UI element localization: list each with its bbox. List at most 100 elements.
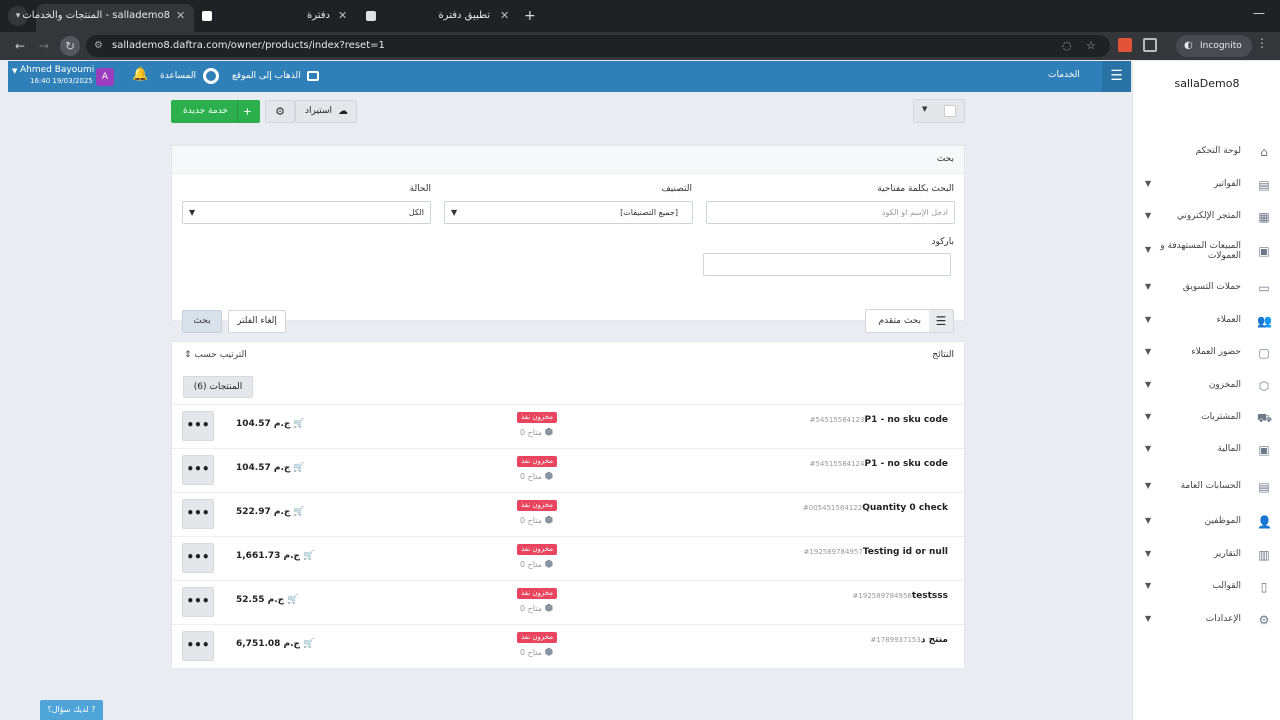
more-actions-button[interactable]: •••	[182, 587, 214, 617]
table-row[interactable]: ••• 522.97 ج.م 🛒 مخزون نفذ 0 متاح ⬢ #0054…	[172, 492, 964, 536]
sidebar-item-targeted-sales[interactable]: ▼ المبيعات المستهدفة و العمولات ▣	[1133, 241, 1280, 265]
avatar[interactable]: A	[96, 68, 114, 86]
product-name: P1 - no sku code	[864, 459, 948, 469]
search-panel-header: بحث	[172, 146, 964, 174]
row-stock: 0 متاح ⬢	[520, 515, 553, 526]
cloud-upload-icon: ☁	[338, 106, 348, 117]
goto-site-label: الذهاب إلى الموقع	[232, 71, 301, 81]
sidebar-item-employees[interactable]: ▼ الموظفين 👤	[1133, 512, 1280, 536]
sidebar-item-settings[interactable]: ▼ الإعدادات ⚙	[1133, 610, 1280, 634]
browser-tab-app[interactable]: ✕ تطبيق دفترة	[356, 4, 516, 32]
category-select[interactable]: ▼ [جميع التصنيفات]	[444, 201, 693, 224]
product-name-link[interactable]: #192589784956testsss	[850, 591, 948, 601]
product-name-link[interactable]: #54515584123P1 - no sku code	[807, 415, 948, 425]
sidebar-item-label: المبيعات المستهدفة و العمولات	[1160, 241, 1241, 261]
clear-filter-button[interactable]: إلغاء الفلتر	[228, 310, 286, 333]
sidebar-item-client-attendance[interactable]: ▼ حضور العملاء ▢	[1133, 343, 1280, 367]
caret-down-icon: ▼	[451, 208, 458, 217]
site-info-icon[interactable]: ⚙	[94, 35, 103, 57]
keyword-input[interactable]: ادخل الإسم او الكود	[706, 201, 955, 224]
sidebar-item-dashboard[interactable]: لوحة التحكم ⌂	[1133, 142, 1280, 166]
box-icon: ⬡	[1258, 379, 1270, 393]
daftra-favicon-icon	[202, 11, 212, 21]
row-price: 522.97 ج.م 🛒	[236, 507, 305, 517]
sidebar-item-purchases[interactable]: ▼ المشتريات ⛟	[1133, 408, 1280, 432]
table-row[interactable]: ••• 1,661.73 ج.م 🛒 مخزون نفذ 0 متاح ⬢ #19…	[172, 536, 964, 580]
product-name-link[interactable]: #1789937153منتج د	[867, 635, 948, 645]
advanced-search-button[interactable]: بحث متقدم ☰	[865, 309, 954, 333]
attendance-icon: ▢	[1258, 346, 1270, 360]
close-icon[interactable]: ✕	[176, 4, 185, 28]
ask-question-button[interactable]: لديك سؤال؟ ?	[40, 700, 103, 720]
table-row[interactable]: ••• 104.57 ج.م 🛒 مخزون نفذ 0 متاح ⬢ #5451…	[172, 404, 964, 448]
select-all-checkbox[interactable]	[944, 105, 956, 117]
sidebar-item-finance[interactable]: ▼ المالية ▣	[1133, 440, 1280, 464]
forward-arrow-icon[interactable]: →	[34, 36, 54, 56]
browser-tab-daftra[interactable]: ✕ دفترة	[200, 4, 356, 32]
table-row[interactable]: ••• 52.55 ج.م 🛒 مخزون نفذ 0 متاح ⬢ #19258…	[172, 580, 964, 624]
row-stock: 0 متاح ⬢	[520, 559, 553, 570]
sidebar-item-label: المشتريات	[1201, 412, 1241, 422]
sidebar-item-store[interactable]: ▼ المتجر الإلكتروني ▦	[1133, 207, 1280, 231]
table-row[interactable]: ••• 104.57 ج.م 🛒 مخزون نفذ 0 متاح ⬢ #5451…	[172, 448, 964, 492]
sidebar-item-invoices[interactable]: ▼ الفواتير ▤	[1133, 175, 1280, 199]
sidebar-item-label: المالية	[1217, 444, 1241, 454]
star-icon[interactable]: ☆	[1086, 35, 1096, 57]
chevron-down-icon: ▼	[1145, 315, 1152, 324]
user-datetime: 16:40 19/03/2025	[30, 77, 93, 85]
more-actions-button[interactable]: •••	[182, 631, 214, 661]
new-service-button[interactable]: خدمة جديدة +	[171, 100, 260, 123]
close-icon[interactable]: ✕	[500, 4, 509, 28]
sidebar-item-general-accounts[interactable]: ▼ الحسابات العامة ▤	[1133, 477, 1280, 501]
barcode-input[interactable]	[703, 253, 951, 276]
status-select[interactable]: ▼ الكل	[182, 201, 431, 224]
more-actions-button[interactable]: •••	[182, 543, 214, 573]
menu-toggle-icon[interactable]: ☰	[1102, 61, 1131, 92]
new-tab-button[interactable]: +	[524, 6, 536, 26]
settings-button[interactable]: ⚙	[265, 100, 295, 123]
row-stock: 0 متاح ⬢	[520, 427, 553, 438]
more-actions-button[interactable]: •••	[182, 411, 214, 441]
reload-icon[interactable]: ↻	[60, 36, 80, 56]
chevron-down-icon: ▼	[1145, 282, 1152, 291]
lifebuoy-icon	[202, 67, 219, 84]
row-price: 52.55 ج.م 🛒	[236, 595, 298, 605]
close-icon[interactable]: ✕	[338, 4, 347, 28]
price-text: 52.55 ج.م	[236, 595, 285, 605]
goto-site-link[interactable]: الذهاب إلى الموقع	[232, 66, 320, 86]
bulk-select-dropdown[interactable]: ▼	[913, 99, 965, 123]
sidebar-item-clients[interactable]: ▼ العملاء 👥	[1133, 311, 1280, 335]
table-row[interactable]: ••• 6,751.08 ج.م 🛒 مخزون نفذ 0 متاح ⬢ #17…	[172, 624, 964, 668]
help-link[interactable]: المساعدة	[160, 66, 219, 86]
sidebar: sallaDemo8 لوحة التحكم ⌂ ▼ الفواتير ▤ ▼ …	[1132, 61, 1280, 720]
back-arrow-icon[interactable]: ←	[10, 36, 30, 56]
tab-products[interactable]: المنتجات (6)	[183, 376, 253, 398]
search-button[interactable]: بحث	[182, 310, 222, 333]
puzzle-icon[interactable]	[1143, 38, 1157, 52]
sidebar-item-templates[interactable]: ▼ القوالب ▯	[1133, 577, 1280, 601]
import-label: استيراد	[305, 106, 332, 116]
product-name-link[interactable]: #192589784957Testing id or null	[801, 547, 949, 557]
row-stock: 0 متاح ⬢	[520, 603, 553, 614]
product-name-link[interactable]: #005451584122Quantity 0 check	[800, 503, 948, 513]
minimize-icon[interactable]: —	[1253, 6, 1265, 20]
advanced-search-label: بحث متقدم	[878, 316, 921, 326]
import-button[interactable]: استيراد ☁	[295, 100, 357, 123]
user-menu[interactable]: ▼ Ahmed Bayoumi 16:40 19/03/2025	[12, 65, 94, 89]
browser-menu-icon[interactable]: ⋮	[1256, 36, 1268, 50]
incognito-badge[interactable]: ◐ Incognito	[1176, 35, 1252, 57]
more-actions-button[interactable]: •••	[182, 455, 214, 485]
product-name-link[interactable]: #54515584124P1 - no sku code	[807, 459, 948, 469]
address-bar[interactable]: ⚙ sallademo8.daftra.com/owner/products/i…	[86, 35, 1110, 57]
more-actions-button[interactable]: •••	[182, 499, 214, 529]
sidebar-item-reports[interactable]: ▼ التقارير ▥	[1133, 545, 1280, 569]
sidebar-item-inventory[interactable]: ▼ المخزون ⬡	[1133, 376, 1280, 400]
sort-by-dropdown[interactable]: ⇕ الترتيب حسب	[184, 350, 247, 360]
sidebar-item-marketing[interactable]: ▼ حملات التسويق ▭	[1133, 278, 1280, 302]
eye-off-icon[interactable]: ◌	[1062, 35, 1072, 57]
browser-tab-products[interactable]: ✕ المنتجات والخدمات - sallademo8	[22, 4, 194, 32]
bell-icon[interactable]: 🔔	[132, 67, 148, 82]
extension-icon[interactable]	[1118, 38, 1132, 52]
app-topbar: ▼ Ahmed Bayoumi 16:40 19/03/2025 A 🔔 الم…	[8, 61, 1131, 92]
chevron-down-icon: ▼	[1145, 444, 1152, 453]
